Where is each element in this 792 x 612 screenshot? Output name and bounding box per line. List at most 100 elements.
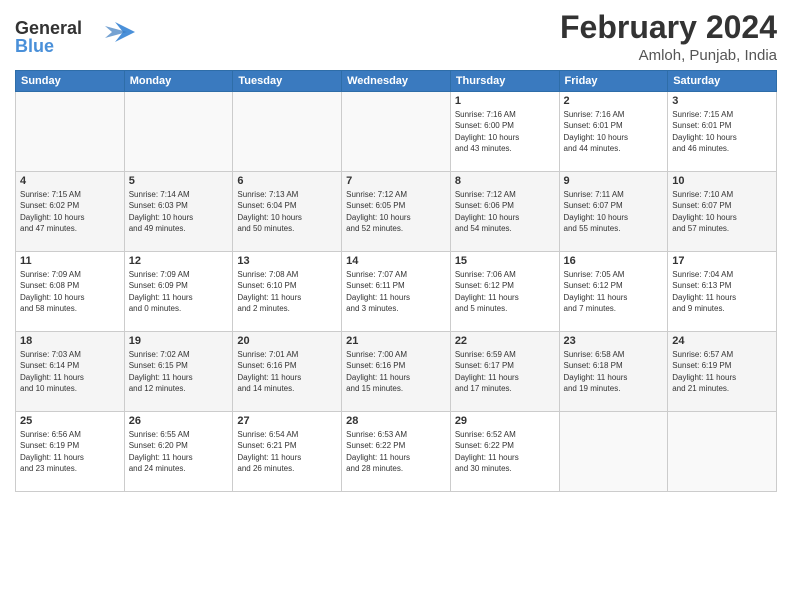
calendar-cell [559,412,668,492]
day-info: Sunrise: 7:13 AM Sunset: 6:04 PM Dayligh… [237,189,337,234]
day-number: 19 [129,335,229,347]
calendar-cell [342,92,451,172]
weekday-header-thursday: Thursday [450,71,559,92]
day-info: Sunrise: 6:55 AM Sunset: 6:20 PM Dayligh… [129,429,229,474]
day-number: 24 [672,335,772,347]
day-info: Sunrise: 7:11 AM Sunset: 6:07 PM Dayligh… [564,189,664,234]
day-number: 25 [20,415,120,427]
calendar-cell: 14 Sunrise: 7:07 AM Sunset: 6:11 PM Dayli… [342,252,451,332]
week-row-1: 1 Sunrise: 7:16 AM Sunset: 6:00 PM Daylig… [16,92,777,172]
day-number: 22 [455,335,555,347]
day-info: Sunrise: 7:04 AM Sunset: 6:13 PM Dayligh… [672,269,772,314]
calendar-cell: 26 Sunrise: 6:55 AM Sunset: 6:20 PM Dayli… [124,412,233,492]
day-number: 20 [237,335,337,347]
calendar-cell [124,92,233,172]
day-number: 26 [129,415,229,427]
weekday-header-row: SundayMondayTuesdayWednesdayThursdayFrid… [16,71,777,92]
calendar-cell: 22Sunrise: 6:59 AM Sunset: 6:17 PM Dayli… [450,332,559,412]
day-number: 17 [672,255,772,267]
calendar-cell: 6 Sunrise: 7:13 AM Sunset: 6:04 PM Daylig… [233,172,342,252]
day-info: Sunrise: 6:58 AM Sunset: 6:18 PM Dayligh… [564,349,664,394]
day-number: 21 [346,335,446,347]
location: Amloh, Punjab, India [560,47,777,64]
calendar-cell: 10Sunrise: 7:10 AM Sunset: 6:07 PM Dayli… [668,172,777,252]
weekday-header-wednesday: Wednesday [342,71,451,92]
calendar-cell: 13 Sunrise: 7:08 AM Sunset: 6:10 PM Dayli… [233,252,342,332]
day-number: 3 [672,95,772,107]
day-info: Sunrise: 6:54 AM Sunset: 6:21 PM Dayligh… [237,429,337,474]
day-info: Sunrise: 7:12 AM Sunset: 6:05 PM Dayligh… [346,189,446,234]
day-info: Sunrise: 7:14 AM Sunset: 6:03 PM Dayligh… [129,189,229,234]
calendar-cell: 29 Sunrise: 6:52 AM Sunset: 6:22 PM Dayli… [450,412,559,492]
calendar-cell: 5 Sunrise: 7:14 AM Sunset: 6:03 PM Daylig… [124,172,233,252]
calendar-cell: 16 Sunrise: 7:05 AM Sunset: 6:12 PM Dayli… [559,252,668,332]
calendar-cell: 19Sunrise: 7:02 AM Sunset: 6:15 PM Dayli… [124,332,233,412]
day-number: 27 [237,415,337,427]
calendar-cell: 2 Sunrise: 7:16 AM Sunset: 6:01 PM Daylig… [559,92,668,172]
calendar-body: 1 Sunrise: 7:16 AM Sunset: 6:00 PM Daylig… [16,92,777,492]
week-row-3: 11 Sunrise: 7:09 AM Sunset: 6:08 PM Dayli… [16,252,777,332]
calendar-cell: 15 Sunrise: 7:06 AM Sunset: 6:12 PM Dayli… [450,252,559,332]
day-number: 28 [346,415,446,427]
calendar-cell: 8Sunrise: 7:12 AM Sunset: 6:06 PM Daylig… [450,172,559,252]
day-info: Sunrise: 7:15 AM Sunset: 6:02 PM Dayligh… [20,189,120,234]
weekday-header-friday: Friday [559,71,668,92]
calendar-cell: 28 Sunrise: 6:53 AM Sunset: 6:22 PM Dayli… [342,412,451,492]
day-info: Sunrise: 7:06 AM Sunset: 6:12 PM Dayligh… [455,269,555,314]
day-info: Sunrise: 7:09 AM Sunset: 6:09 PM Dayligh… [129,269,229,314]
day-info: Sunrise: 7:07 AM Sunset: 6:11 PM Dayligh… [346,269,446,314]
logo-text: General Blue [15,14,135,64]
day-number: 10 [672,175,772,187]
day-info: Sunrise: 6:53 AM Sunset: 6:22 PM Dayligh… [346,429,446,474]
day-info: Sunrise: 7:09 AM Sunset: 6:08 PM Dayligh… [20,269,120,314]
day-info: Sunrise: 7:05 AM Sunset: 6:12 PM Dayligh… [564,269,664,314]
weekday-header-sunday: Sunday [16,71,125,92]
day-number: 4 [20,175,120,187]
title-block: February 2024 Amloh, Punjab, India [560,10,777,64]
calendar-cell: 20 Sunrise: 7:01 AM Sunset: 6:16 PM Dayli… [233,332,342,412]
day-number: 2 [564,95,664,107]
day-number: 6 [237,175,337,187]
page-container: General Blue February 2024 Amloh, Punjab… [0,0,792,502]
day-info: Sunrise: 7:03 AM Sunset: 6:14 PM Dayligh… [20,349,120,394]
day-number: 23 [564,335,664,347]
day-info: Sunrise: 7:01 AM Sunset: 6:16 PM Dayligh… [237,349,337,394]
header: General Blue February 2024 Amloh, Punjab… [15,10,777,64]
day-number: 9 [564,175,664,187]
day-number: 8 [455,175,555,187]
day-info: Sunrise: 6:57 AM Sunset: 6:19 PM Dayligh… [672,349,772,394]
calendar-cell: 24 Sunrise: 6:57 AM Sunset: 6:19 PM Dayli… [668,332,777,412]
calendar-cell: 3 Sunrise: 7:15 AM Sunset: 6:01 PM Daylig… [668,92,777,172]
day-info: Sunrise: 7:00 AM Sunset: 6:16 PM Dayligh… [346,349,446,394]
calendar-cell: 1 Sunrise: 7:16 AM Sunset: 6:00 PM Daylig… [450,92,559,172]
weekday-header-saturday: Saturday [668,71,777,92]
month-title: February 2024 [560,10,777,45]
day-number: 15 [455,255,555,267]
day-info: Sunrise: 6:56 AM Sunset: 6:19 PM Dayligh… [20,429,120,474]
day-info: Sunrise: 7:15 AM Sunset: 6:01 PM Dayligh… [672,109,772,154]
day-number: 29 [455,415,555,427]
day-info: Sunrise: 6:52 AM Sunset: 6:22 PM Dayligh… [455,429,555,474]
day-number: 5 [129,175,229,187]
day-number: 1 [455,95,555,107]
calendar-cell: 11 Sunrise: 7:09 AM Sunset: 6:08 PM Dayli… [16,252,125,332]
calendar-cell: 4 Sunrise: 7:15 AM Sunset: 6:02 PM Daylig… [16,172,125,252]
calendar-table: SundayMondayTuesdayWednesdayThursdayFrid… [15,70,777,492]
day-number: 13 [237,255,337,267]
day-number: 16 [564,255,664,267]
calendar-cell [233,92,342,172]
calendar-cell: 21 Sunrise: 7:00 AM Sunset: 6:16 PM Dayli… [342,332,451,412]
weekday-header-monday: Monday [124,71,233,92]
day-info: Sunrise: 7:08 AM Sunset: 6:10 PM Dayligh… [237,269,337,314]
day-info: Sunrise: 7:16 AM Sunset: 6:00 PM Dayligh… [455,109,555,154]
day-info: Sunrise: 7:16 AM Sunset: 6:01 PM Dayligh… [564,109,664,154]
calendar-cell: 25 Sunrise: 6:56 AM Sunset: 6:19 PM Dayli… [16,412,125,492]
weekday-header-tuesday: Tuesday [233,71,342,92]
week-row-2: 4 Sunrise: 7:15 AM Sunset: 6:02 PM Daylig… [16,172,777,252]
week-row-4: 18Sunrise: 7:03 AM Sunset: 6:14 PM Dayli… [16,332,777,412]
day-number: 14 [346,255,446,267]
calendar-cell: 27 Sunrise: 6:54 AM Sunset: 6:21 PM Dayli… [233,412,342,492]
svg-text:Blue: Blue [15,36,54,56]
calendar-cell: 12Sunrise: 7:09 AM Sunset: 6:09 PM Dayli… [124,252,233,332]
day-number: 11 [20,255,120,267]
